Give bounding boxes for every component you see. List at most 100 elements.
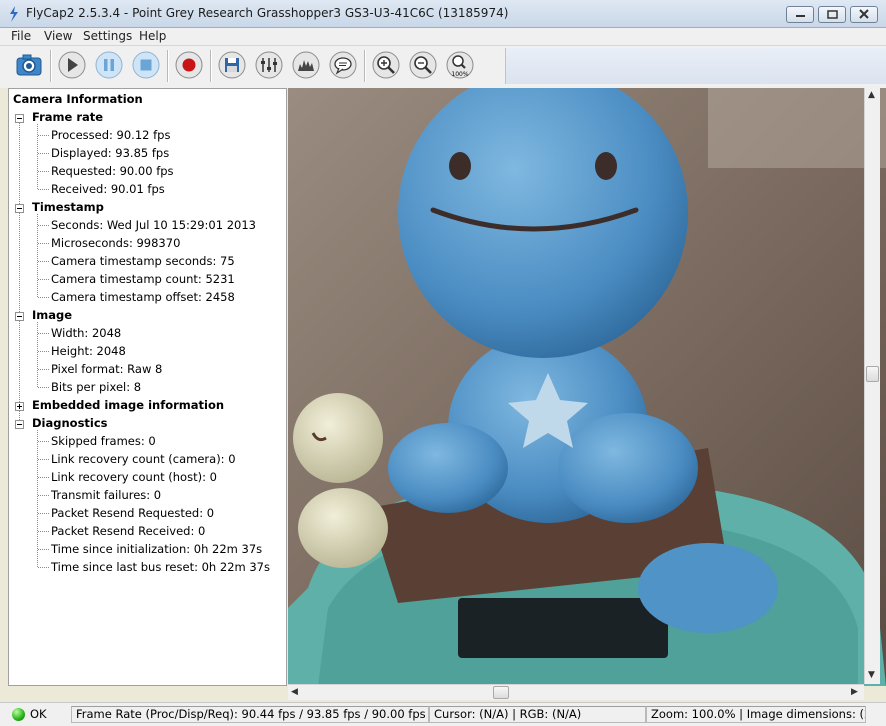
tree-connector (38, 333, 49, 334)
menu-file[interactable]: File (11, 29, 31, 43)
tree-connector (38, 297, 49, 298)
collapse-toggle-image[interactable] (15, 312, 24, 321)
zoom-100-label: 100% (451, 71, 468, 78)
tree-connector (37, 430, 38, 567)
tree-connector (38, 495, 49, 496)
toolbar-extension-strip (505, 48, 886, 84)
pause-icon[interactable] (94, 50, 124, 80)
tree-group-timestamp[interactable]: Timestamp (32, 200, 104, 214)
tree-connector (37, 124, 38, 189)
tree-item-requested-fps: Requested: 90.00 fps (51, 164, 174, 178)
status-zoom-dimensions: Zoom: 100.0% | Image dimensions: (204 (646, 706, 866, 723)
close-button[interactable] (850, 6, 878, 23)
collapse-toggle-diagnostics[interactable] (15, 420, 24, 429)
minimize-button[interactable] (786, 6, 814, 23)
tree-connector (38, 567, 49, 568)
tree-item-pixel-format: Pixel format: Raw 8 (51, 362, 163, 376)
tree-connector (37, 214, 38, 297)
tree-connector (38, 549, 49, 550)
status-ok-text: OK (30, 707, 47, 721)
menu-help[interactable]: Help (139, 29, 166, 43)
title-bar: FlyCap2 2.5.3.4 - Point Grey Research Gr… (0, 0, 886, 28)
tree-connector (38, 441, 49, 442)
tree-item-packet-resend-received: Packet Resend Received: 0 (51, 524, 206, 538)
status-ok-indicator-icon (12, 708, 25, 721)
tree-connector (38, 243, 49, 244)
tree-connector (38, 513, 49, 514)
tree-connector (38, 279, 49, 280)
collapse-toggle-timestamp[interactable] (15, 204, 24, 213)
expand-toggle-embedded-image-info[interactable] (15, 402, 24, 411)
save-icon[interactable] (217, 50, 247, 80)
tree-connector (38, 153, 49, 154)
maximize-button[interactable] (818, 6, 846, 23)
tree-connector (38, 477, 49, 478)
speech-bubble-icon[interactable] (328, 50, 358, 80)
tree-connector (37, 322, 38, 387)
close-icon (859, 9, 869, 19)
vertical-scroll-thumb[interactable] (866, 366, 879, 382)
status-frame-rate: Frame Rate (Proc/Disp/Req): 90.44 fps / … (71, 706, 429, 723)
tree-connector (38, 135, 49, 136)
scroll-right-arrow-icon[interactable]: ▶ (851, 687, 858, 697)
vertical-scrollbar[interactable]: ▲ ▼ (864, 88, 880, 684)
play-icon[interactable] (57, 50, 87, 80)
zoom-100-icon[interactable]: 100% (445, 50, 475, 80)
tree-connector (38, 261, 49, 262)
camera-icon[interactable] (14, 50, 44, 80)
tree-item-transmit-failures: Transmit failures: 0 (51, 488, 162, 502)
restore-icon (827, 10, 838, 19)
minimize-icon (796, 15, 805, 17)
stop-icon[interactable] (131, 50, 161, 80)
camera-image-view[interactable] (288, 88, 886, 686)
tree-item-received-fps: Received: 90.01 fps (51, 182, 165, 196)
tree-item-link-recovery-host: Link recovery count (host): 0 (51, 470, 217, 484)
tree-item-time-since-bus-reset: Time since last bus reset: 0h 22m 37s (51, 560, 270, 574)
tree-connector (38, 387, 49, 388)
tree-group-frame-rate[interactable]: Frame rate (32, 110, 103, 124)
tree-connector (38, 225, 49, 226)
menu-settings[interactable]: Settings (83, 29, 132, 43)
scroll-down-arrow-icon[interactable]: ▼ (868, 670, 875, 680)
tree-root-camera-information: Camera Information (13, 92, 143, 106)
toolbar-separator (167, 50, 169, 82)
camera-info-tree[interactable]: Camera Information Frame rate Processed:… (8, 88, 287, 686)
flycap-app-icon (10, 6, 18, 22)
scroll-left-arrow-icon[interactable]: ◀ (291, 687, 298, 697)
tree-item-camera-timestamp-offset: Camera timestamp offset: 2458 (51, 290, 235, 304)
sliders-icon[interactable] (254, 50, 284, 80)
zoom-out-icon[interactable] (408, 50, 438, 80)
tree-group-diagnostics[interactable]: Diagnostics (32, 416, 108, 430)
tree-connector (38, 351, 49, 352)
tree-item-camera-timestamp-count: Camera timestamp count: 5231 (51, 272, 235, 286)
status-cursor-rgb: Cursor: (N/A) | RGB: (N/A) (429, 706, 646, 723)
toolbar-separator (364, 50, 366, 82)
tree-connector (38, 459, 49, 460)
tree-connector (38, 171, 49, 172)
tree-group-image[interactable]: Image (32, 308, 72, 322)
menu-view[interactable]: View (44, 29, 72, 43)
scroll-up-arrow-icon[interactable]: ▲ (868, 90, 875, 100)
collapse-toggle-frame-rate[interactable] (15, 114, 24, 123)
camera-frame-image (288, 88, 886, 686)
tree-item-bits-per-pixel: Bits per pixel: 8 (51, 380, 142, 394)
status-bar: OK Frame Rate (Proc/Disp/Req): 90.44 fps… (0, 702, 886, 726)
tree-item-height: Height: 2048 (51, 344, 126, 358)
toolbar-separator (210, 50, 212, 82)
tree-connector (38, 531, 49, 532)
window-title: FlyCap2 2.5.3.4 - Point Grey Research Gr… (26, 6, 509, 20)
tree-item-time-since-initialization: Time since initialization: 0h 22m 37s (51, 542, 263, 556)
histogram-icon[interactable] (291, 50, 321, 80)
tree-item-width: Width: 2048 (51, 326, 122, 340)
record-icon[interactable] (174, 50, 204, 80)
tree-item-packet-resend-requested: Packet Resend Requested: 0 (51, 506, 215, 520)
tree-connector (19, 118, 20, 424)
tree-item-camera-timestamp-seconds: Camera timestamp seconds: 75 (51, 254, 235, 268)
tree-connector (38, 369, 49, 370)
tree-item-skipped-frames: Skipped frames: 0 (51, 434, 156, 448)
horizontal-scrollbar[interactable]: ◀ ▶ (288, 684, 864, 700)
tree-group-embedded-image-information[interactable]: Embedded image information (32, 398, 224, 412)
horizontal-scroll-thumb[interactable] (493, 686, 509, 699)
tree-item-link-recovery-camera: Link recovery count (camera): 0 (51, 452, 236, 466)
zoom-in-icon[interactable] (371, 50, 401, 80)
